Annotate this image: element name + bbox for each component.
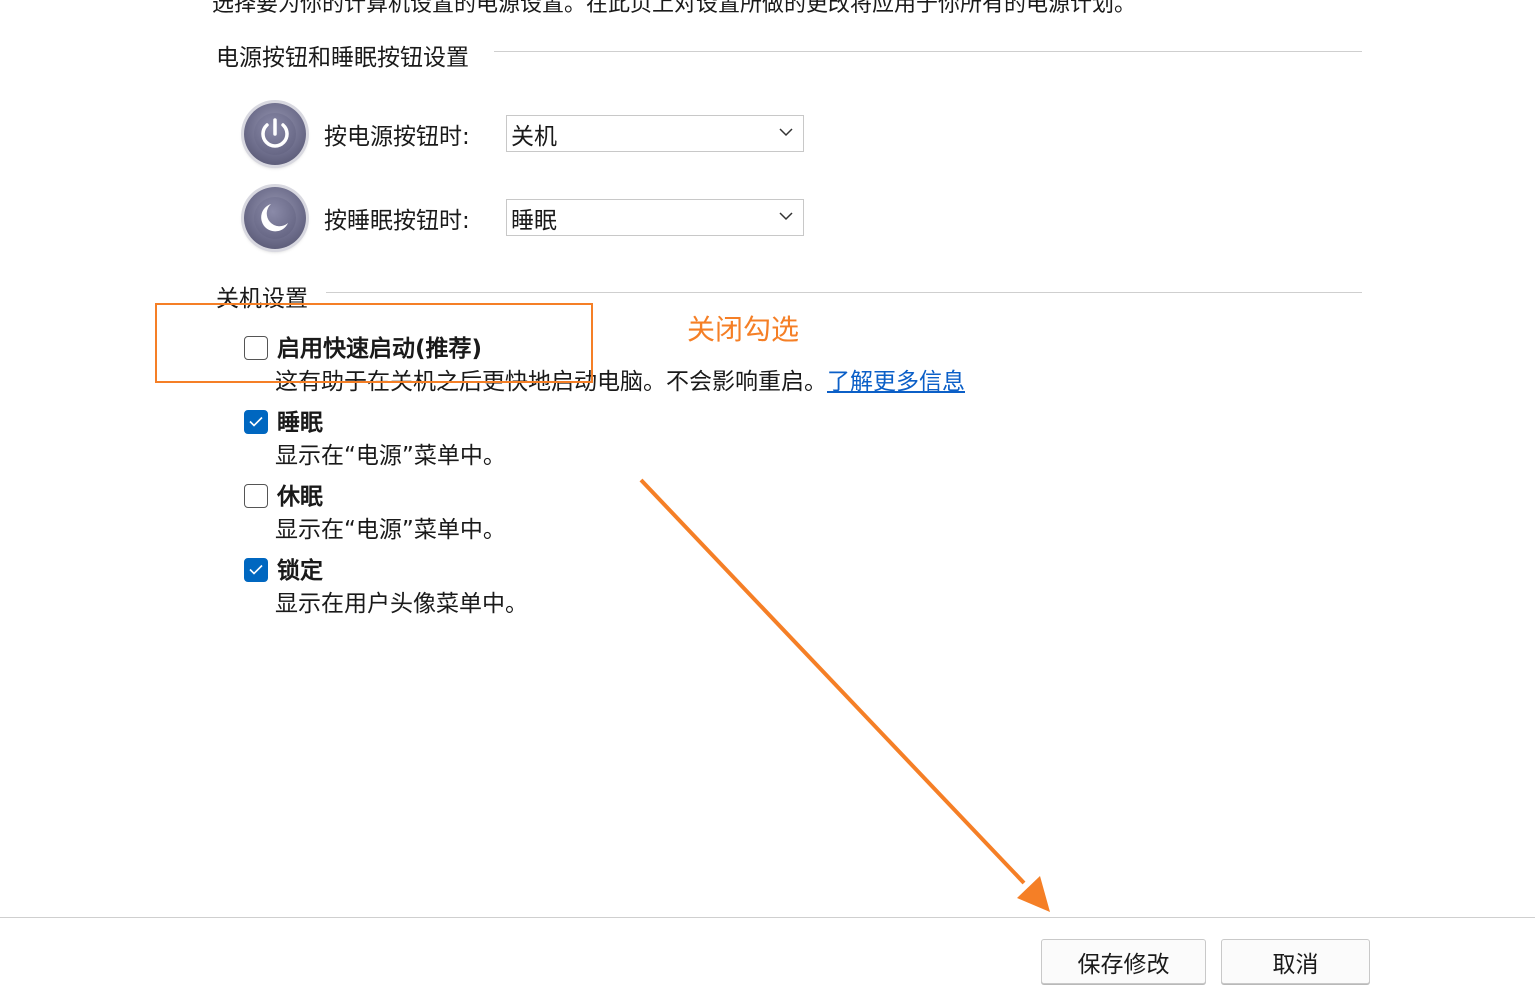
- chevron-down-icon: [779, 212, 793, 221]
- hibernate-option-description: 显示在“电源”菜单中。: [275, 517, 506, 543]
- sleep-button-action-value: 睡眠: [511, 207, 557, 234]
- sleep-checkbox[interactable]: [244, 410, 268, 434]
- section-divider: [326, 292, 1362, 293]
- checkmark-icon: [249, 416, 263, 427]
- cancel-button[interactable]: 取消: [1221, 939, 1370, 984]
- footer-divider: [0, 917, 1535, 918]
- sleep-option-label: 睡眠: [277, 410, 323, 436]
- sleep-option-description: 显示在“电源”菜单中。: [275, 443, 506, 469]
- checkmark-icon: [249, 564, 263, 575]
- power-buttons-section-title: 电源按钮和睡眠按钮设置: [216, 38, 481, 72]
- section-divider: [494, 51, 1362, 52]
- power-icon: [244, 103, 306, 165]
- chevron-down-icon: [779, 128, 793, 137]
- lock-checkbox[interactable]: [244, 558, 268, 582]
- power-options-page: 选择要为你的计算机设置的电源设置。在此页上对设置所做的更改将应用于你所有的电源计…: [0, 0, 1535, 991]
- sleep-button-row: 按睡眠按钮时:: [244, 186, 470, 250]
- sleep-moon-icon: [244, 187, 306, 249]
- power-button-action-dropdown[interactable]: 关机: [506, 115, 804, 152]
- lock-option-label: 锁定: [277, 558, 323, 584]
- power-button-row: 按电源按钮时:: [244, 102, 470, 166]
- power-button-label: 按电源按钮时:: [324, 124, 470, 150]
- annotation-highlight-box: [155, 303, 593, 383]
- sleep-button-action-dropdown[interactable]: 睡眠: [506, 199, 804, 236]
- hibernate-option-label: 休眠: [277, 484, 323, 510]
- learn-more-link[interactable]: 了解更多信息: [827, 369, 965, 395]
- sleep-button-label: 按睡眠按钮时:: [324, 208, 470, 234]
- save-changes-button[interactable]: 保存修改: [1041, 939, 1206, 984]
- hibernate-checkbox[interactable]: [244, 484, 268, 508]
- power-button-action-value: 关机: [511, 123, 557, 150]
- page-description: 选择要为你的计算机设置的电源设置。在此页上对设置所做的更改将应用于你所有的电源计…: [212, 0, 1137, 17]
- annotation-text: 关闭勾选: [687, 313, 800, 346]
- lock-option-description: 显示在用户头像菜单中。: [275, 591, 528, 617]
